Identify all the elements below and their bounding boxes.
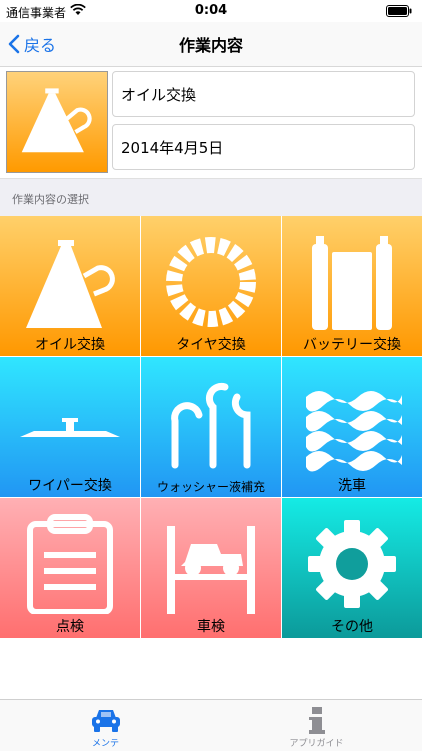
oil-can-icon bbox=[21, 88, 92, 153]
tile-label: タイヤ交換 bbox=[176, 337, 246, 353]
tab-bar: メンテ アプリガイド bbox=[0, 699, 422, 751]
clock-time: 0:04 bbox=[194, 3, 228, 18]
tile-washer-fluid[interactable]: ウォッシャー液補充 bbox=[141, 357, 281, 497]
tile-wiper-change[interactable]: ワイパー交換 bbox=[0, 357, 140, 497]
clipboard-icon bbox=[27, 514, 113, 614]
washer-fluid-icon bbox=[171, 382, 251, 469]
task-summary: オイル交換 2014年4月5日 bbox=[0, 67, 422, 177]
info-icon bbox=[309, 707, 325, 734]
section-header-label: 作業内容の選択 bbox=[12, 193, 89, 206]
tile-label: バッテリー交換 bbox=[303, 337, 401, 353]
battery-icon bbox=[312, 236, 392, 330]
tile-label: 車検 bbox=[197, 619, 225, 635]
tile-label: その他 bbox=[331, 619, 373, 635]
tile-battery-change[interactable]: バッテリー交換 bbox=[282, 216, 422, 356]
page-title: 作業内容 bbox=[178, 36, 243, 55]
battery-status-icon bbox=[386, 5, 412, 17]
navigation-bar: 戻る 作業内容 bbox=[0, 22, 422, 67]
task-grid: オイル交換 タイヤ交換 バッテリー交換 ワイパー交換 ウォッシャー液補充 洗車 … bbox=[0, 216, 422, 638]
tile-car-wash[interactable]: 洗車 bbox=[282, 357, 422, 497]
tile-label: ウォッシャー液補充 bbox=[156, 480, 265, 494]
date-field[interactable]: 2014年4月5日 bbox=[112, 124, 415, 170]
oil-can-icon bbox=[26, 240, 115, 328]
tab-label: メンテ bbox=[91, 739, 119, 749]
car-icon bbox=[92, 710, 120, 732]
tile-tire-change[interactable]: タイヤ交換 bbox=[141, 216, 281, 356]
tile-oil-change[interactable]: オイル交換 bbox=[0, 216, 140, 356]
tab-app-guide[interactable]: アプリガイド bbox=[211, 700, 422, 751]
tile-label: 点検 bbox=[56, 619, 84, 635]
tile-label: オイル交換 bbox=[35, 337, 105, 353]
tile-label: 洗車 bbox=[338, 478, 366, 494]
section-header: 作業内容の選択 bbox=[0, 178, 422, 217]
task-field[interactable]: オイル交換 bbox=[112, 71, 415, 117]
tab-label: アプリガイド bbox=[289, 739, 344, 749]
tile-vehicle-inspection[interactable]: 車検 bbox=[141, 498, 281, 638]
selected-task-thumbnail bbox=[6, 71, 108, 173]
tile-label: ワイパー交換 bbox=[28, 478, 112, 494]
tile-inspection[interactable]: 点検 bbox=[0, 498, 140, 638]
tile-other[interactable]: その他 bbox=[282, 498, 422, 638]
car-wash-waves-icon bbox=[306, 391, 402, 472]
tab-maintenance[interactable]: メンテ bbox=[0, 700, 211, 751]
status-bar: 通信事業者 0:04 bbox=[0, 0, 422, 22]
gear-icon bbox=[308, 520, 396, 608]
car-lift-icon bbox=[167, 526, 255, 614]
tire-icon bbox=[166, 237, 256, 327]
wiper-icon bbox=[20, 418, 120, 437]
